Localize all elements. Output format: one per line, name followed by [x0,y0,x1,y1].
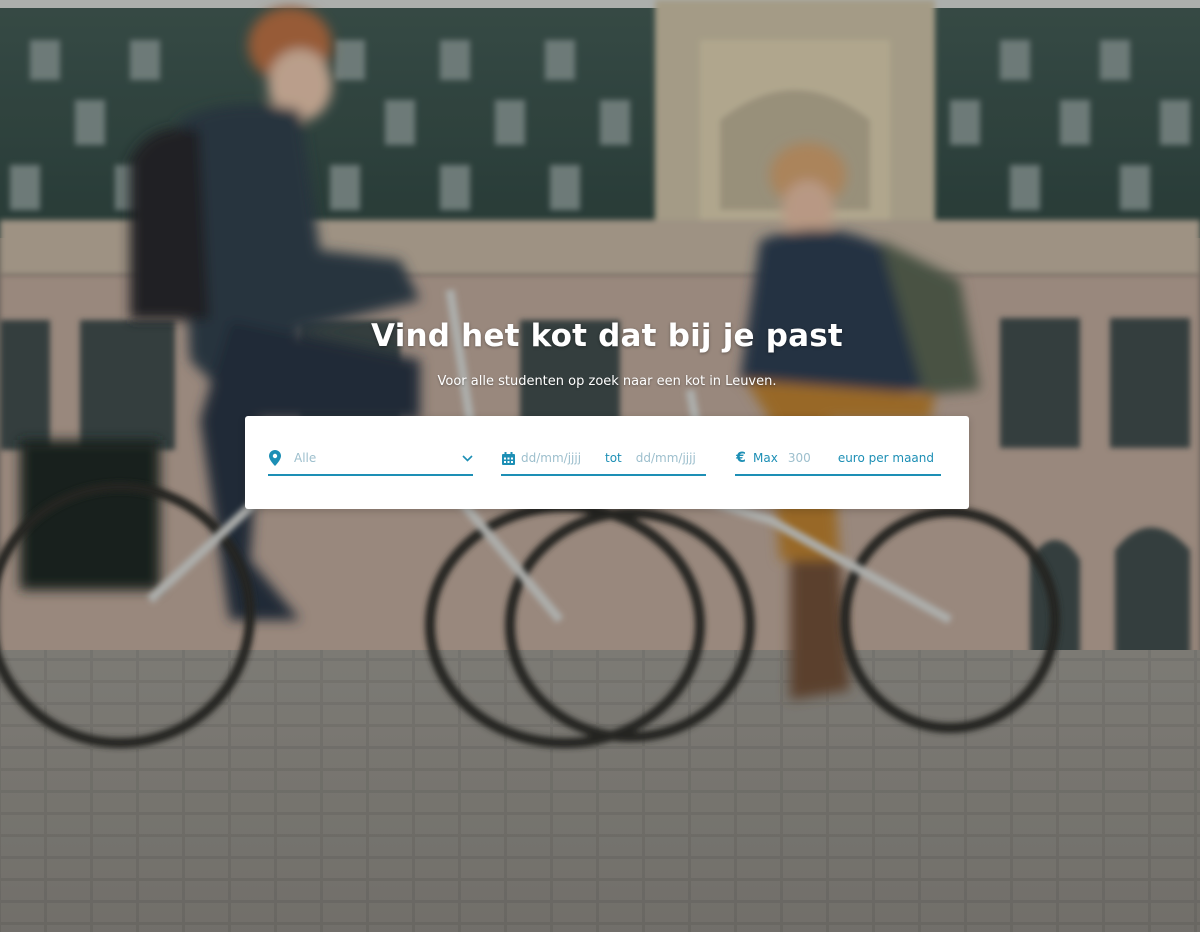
max-price-field: € Max euro per maand [735,442,941,476]
price-unit-label: euro per maand [837,451,934,465]
max-price-label: Max [753,451,778,465]
start-date-input[interactable] [521,451,591,465]
euro-icon: € [736,450,746,466]
end-date-input[interactable] [635,451,706,465]
hero-section: Vind het kot dat bij je past Voor alle s… [0,0,1200,932]
location-select[interactable]: Alle [268,442,473,476]
calendar-icon [501,451,515,465]
max-price-input[interactable] [787,451,824,465]
page-title: Vind het kot dat bij je past [371,318,843,354]
search-panel: Alle tot [245,416,969,509]
location-select-value: Alle [294,451,317,465]
date-range-field: tot [501,442,706,476]
date-range-separator: tot [605,451,622,465]
chevron-down-icon[interactable] [461,452,473,464]
map-pin-icon [268,450,282,466]
page-subtitle: Voor alle studenten op zoek naar een kot… [437,374,777,389]
